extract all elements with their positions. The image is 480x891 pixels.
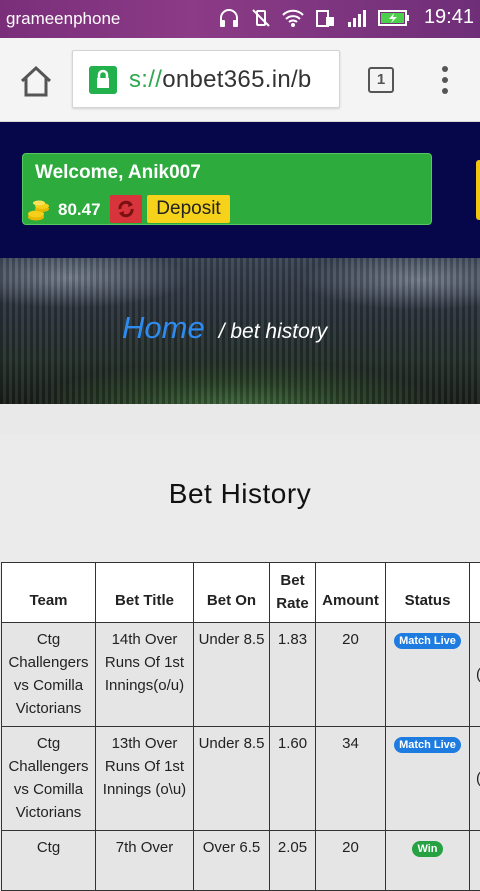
welcome-panel: Welcome, Anik007 80.47 Deposit — [22, 153, 432, 225]
hero-banner: Home / bet history — [0, 258, 480, 404]
cell-amount: 20 — [316, 623, 386, 727]
browser-toolbar: s://onbet365.in/b 1 — [0, 38, 480, 122]
cell-status: Win — [386, 831, 470, 891]
cell-bet-rate: 1.83 — [270, 623, 316, 727]
cell-status: Match Live — [386, 727, 470, 831]
cell-bet-title: 14th Over Runs Of 1st Innings(o/u) — [96, 623, 194, 727]
carrier-name: grameenphone — [6, 9, 120, 29]
cell-bet-title: 13th Over Runs Of 1st Innings (o\u) — [96, 727, 194, 831]
breadcrumb-current: / bet history — [219, 320, 328, 343]
status-bar: grameenphone 19:41 — [0, 0, 480, 38]
cell-team: Ctg — [2, 831, 96, 891]
refresh-icon[interactable] — [110, 195, 142, 223]
sim-card-icon — [314, 8, 336, 28]
cell-bet-on: Over 6.5 — [194, 831, 270, 891]
cell-bet-title: 7th Over — [96, 831, 194, 891]
bet-history-table: Team Bet Title Bet On Bet Rate Amount St… — [1, 562, 480, 891]
status-badge: Match Live — [394, 633, 461, 649]
headphones-icon — [218, 8, 240, 28]
welcome-text: Welcome, Anik007 — [35, 162, 201, 184]
cell-bet-on: Under 8.5 — [194, 727, 270, 831]
vibrate-off-icon — [250, 8, 272, 28]
table-row: Ctg Challengers vs Comilla Victorians 14… — [2, 623, 480, 727]
column-header-bet-rate: Bet Rate — [270, 563, 316, 623]
side-panel-peek — [476, 160, 480, 220]
page-title: Bet History — [0, 478, 480, 510]
column-header-team: Team — [2, 563, 96, 623]
status-badge: Match Live — [394, 737, 461, 753]
breadcrumb: Home / bet history — [122, 310, 327, 346]
cell-bet-rate: 1.60 — [270, 727, 316, 831]
overflow-menu-icon[interactable] — [440, 66, 450, 96]
deposit-button[interactable]: Deposit — [147, 195, 230, 223]
cell-amount: 34 — [316, 727, 386, 831]
clock: 19:41 — [424, 6, 474, 29]
lock-icon — [89, 66, 117, 94]
column-header-status: Status — [386, 563, 470, 623]
cell-cutoff: ( — [470, 727, 480, 831]
status-badge: Win — [412, 841, 442, 857]
column-header-bet-on: Bet On — [194, 563, 270, 623]
status-icons: 19:41 — [218, 6, 474, 29]
bet-history-section: Bet History Team Bet Title Bet On Bet Ra… — [0, 434, 480, 854]
cell-team: Ctg Challengers vs Comilla Victorians — [2, 623, 96, 727]
cell-team: Ctg Challengers vs Comilla Victorians — [2, 727, 96, 831]
signal-icon — [346, 8, 368, 28]
cell-cutoff-text: ( — [476, 666, 480, 683]
wifi-icon — [282, 8, 304, 28]
cell-status: Match Live — [386, 623, 470, 727]
address-bar[interactable]: s://onbet365.in/b — [72, 50, 340, 108]
cell-cutoff — [470, 831, 480, 891]
cell-bet-on: Under 8.5 — [194, 623, 270, 727]
table-row: Ctg Challengers vs Comilla Victorians 13… — [2, 727, 480, 831]
account-header: Welcome, Anik007 80.47 Deposit — [0, 122, 480, 258]
battery-charging-icon — [378, 8, 410, 28]
cell-amount: 20 — [316, 831, 386, 891]
balance-value: 80.47 — [58, 200, 101, 220]
cell-bet-rate: 2.05 — [270, 831, 316, 891]
coins-icon — [27, 198, 51, 222]
home-icon[interactable] — [18, 64, 54, 98]
tab-switcher-button[interactable]: 1 — [368, 67, 394, 93]
table-row: Ctg 7th Over Over 6.5 2.05 20 Win — [2, 831, 480, 891]
cell-cutoff: ( — [470, 623, 480, 727]
url-text: s://onbet365.in/b — [129, 66, 312, 94]
cell-cutoff-text: ( — [476, 770, 480, 787]
column-header-amount: Amount — [316, 563, 386, 623]
breadcrumb-home-link[interactable]: Home — [122, 310, 205, 345]
column-header-cutoff — [470, 563, 480, 623]
column-header-bet-title: Bet Title — [96, 563, 194, 623]
